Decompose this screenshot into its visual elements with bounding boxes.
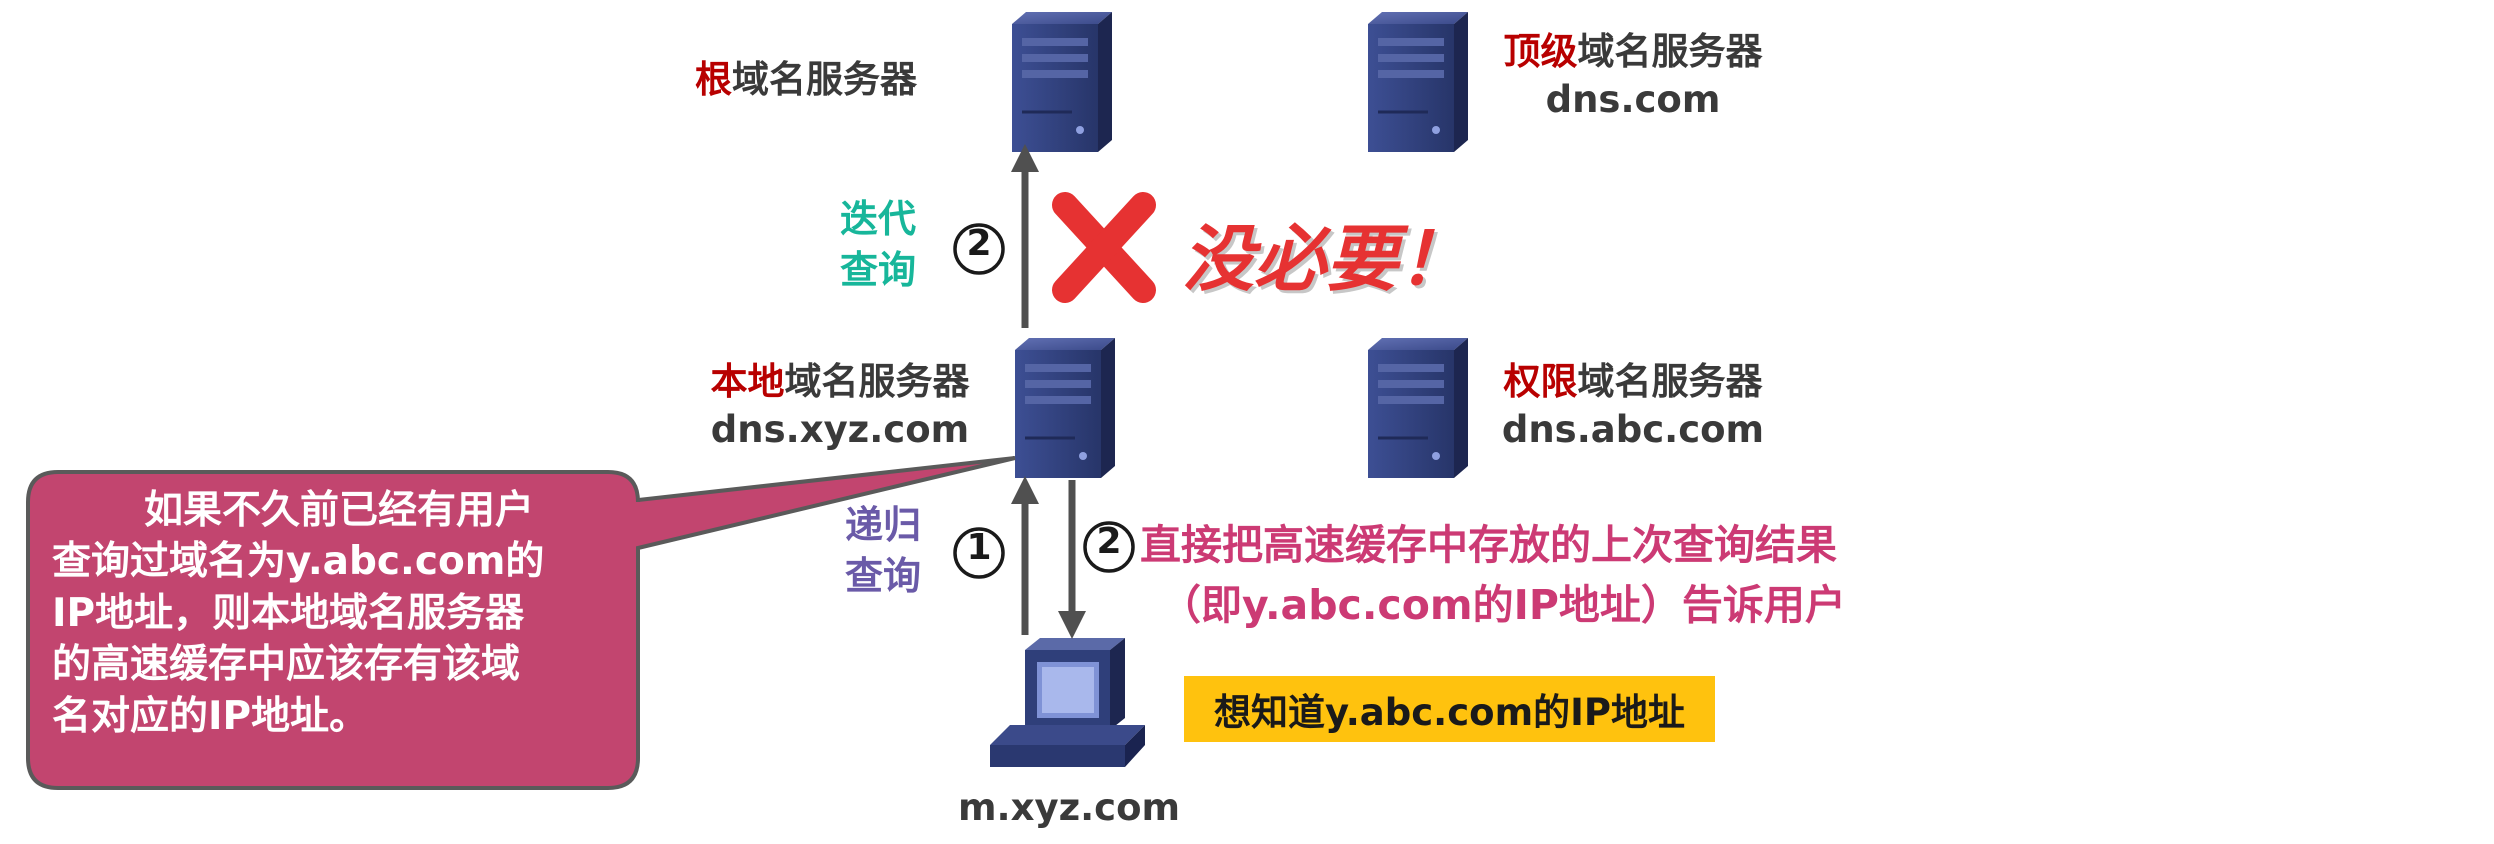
dns-diagram: 2 1 2 根域名服务器 顶级域名服务器 dns.com 本地域名服务器 dns… [0, 0, 2494, 844]
recursive-query-label: 递归 查询 [845, 500, 921, 603]
root-server-text: 域名服务器 [732, 58, 917, 101]
step-1-number: 1 [966, 527, 992, 568]
tld-server-text: 域名服务器 [1577, 30, 1763, 73]
recursive-query-line1: 递归 [845, 503, 922, 547]
reply-line2: （即y.abc.com的IP地址）告诉用户 [1160, 581, 1846, 629]
step-1-badge: 1 [952, 526, 1006, 588]
root-server-label: 根域名服务器 [695, 56, 917, 104]
authoritative-server-domain: dns.abc.com [1501, 408, 1765, 452]
root-server-highlight: 根 [695, 58, 732, 101]
local-server-domain: dns.xyz.com [710, 408, 970, 452]
local-server-highlight: 本地 [710, 360, 785, 403]
iterative-query-line1: 迭代 [840, 197, 917, 241]
authoritative-server-highlight: 权限 [1503, 360, 1578, 403]
authoritative-server-icon [1366, 336, 1470, 480]
computer-icon [990, 638, 1145, 767]
callout-line-3: IP地址，则本地域名服务器 [52, 590, 525, 636]
callout-line-5: 名对应的IP地址。 [52, 693, 369, 739]
cross-icon [1052, 192, 1156, 303]
tld-server-icon [1366, 10, 1470, 154]
callout-line-4: 的高速缓存中应该存有该域 [52, 642, 521, 688]
tld-server-highlight: 顶级 [1503, 30, 1578, 73]
want-to-know-box: 想知道y.abc.com的IP地址 [1184, 676, 1716, 742]
local-server-label: 本地域名服务器 dns.xyz.com [695, 358, 985, 454]
tld-server-domain: dns.com [1545, 78, 1721, 122]
recursive-query-line2: 查询 [845, 554, 922, 599]
not-needed-text: 没必要！ [1182, 217, 1471, 301]
step-2-iterative-badge: 2 [952, 222, 1006, 284]
authoritative-server-label: 权限域名服务器 dns.abc.com [1488, 358, 1778, 454]
iterative-query-line2: 查询 [840, 248, 917, 293]
local-server-icon [1013, 336, 1117, 480]
iterative-query-label: 迭代 查询 [840, 194, 916, 297]
root-server-icon [1010, 10, 1114, 154]
reply-line1: 直接把高速缓存中存放的上次查询结果 [1140, 521, 1837, 569]
step-2-reply-number: 2 [1096, 521, 1122, 562]
tld-server-label: 顶级域名服务器 dns.com [1488, 28, 1778, 124]
step-2-iterative-number: 2 [966, 223, 992, 264]
callout-line-1: 如果不久前已经有用户 [144, 488, 535, 533]
callout-text: 如果不久前已经有用户 查询过域名为y.abc.com的 IP地址，则本地域名服务… [52, 485, 632, 742]
step-2-reply-badge: 2 [1082, 520, 1136, 582]
host-domain-label: m.xyz.com [958, 786, 1181, 829]
authoritative-server-text: 域名服务器 [1577, 360, 1763, 403]
local-server-text: 域名服务器 [784, 360, 970, 403]
callout-line-2: 查询过域名为y.abc.com的 [52, 539, 545, 585]
